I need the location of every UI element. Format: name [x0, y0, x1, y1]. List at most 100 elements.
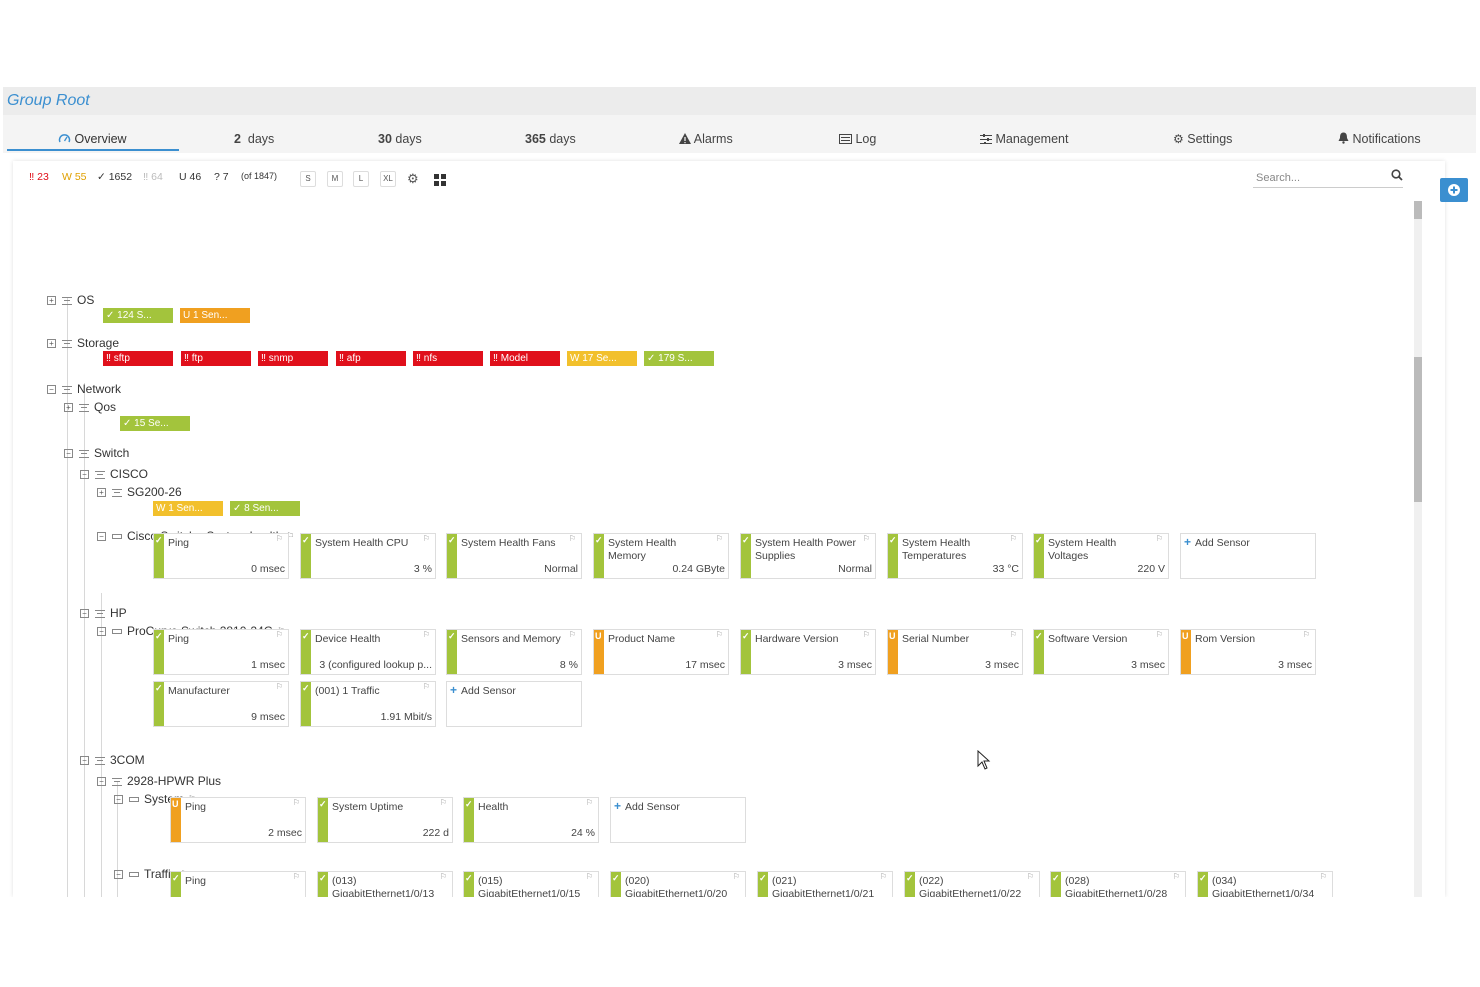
flag-icon[interactable]: ⚐: [586, 872, 593, 881]
tree-node-os[interactable]: + OS: [47, 293, 94, 307]
tab-365-days[interactable]: 365 days: [525, 132, 576, 146]
sensor-tile[interactable]: ✓ ⚐ System Health Power Supplies Normal: [740, 533, 876, 579]
sensor-tile[interactable]: U ⚐ Product Name 17 msec: [593, 629, 729, 675]
sensor-tile[interactable]: ✓⚐(028) GigabitEthernet1/0/280.40 Mbit/s: [1050, 871, 1186, 897]
status-pill[interactable]: ✓ 8 Sen...: [230, 501, 300, 516]
flag-icon[interactable]: ⚐: [1027, 872, 1034, 881]
tab-overview[interactable]: Overview: [58, 132, 127, 146]
collapse-icon[interactable]: −: [114, 795, 123, 805]
tree-node-qos[interactable]: + Qos: [64, 400, 116, 414]
sensor-tile[interactable]: U ⚐ Ping 2 msec: [170, 797, 306, 843]
tab-notifications[interactable]: Notifications: [1338, 132, 1421, 146]
flag-icon[interactable]: ⚐: [863, 534, 870, 543]
add-sensor-tile[interactable]: + Add Sensor: [610, 797, 746, 843]
collapse-icon[interactable]: −: [64, 449, 73, 459]
sensor-tile[interactable]: ✓⚐(020) GigabitEthernet1/0/200.08 Mbit/s: [610, 871, 746, 897]
flag-icon[interactable]: ⚐: [423, 534, 430, 543]
status-pill[interactable]: ‼ afp: [336, 351, 406, 366]
flag-icon[interactable]: ⚐: [1010, 630, 1017, 639]
status-unknown-count[interactable]: ? 7: [214, 171, 229, 183]
flag-icon[interactable]: ⚐: [440, 872, 447, 881]
search-icon[interactable]: [1391, 169, 1403, 181]
status-down-count[interactable]: ‼ 23: [29, 171, 49, 183]
sensor-tile[interactable]: ✓ ⚐ Sensors and Memory 8 %: [446, 629, 582, 675]
sensor-tile[interactable]: ✓ ⚐ (001) 1 Traffic 1.91 Mbit/s: [300, 681, 436, 727]
scrollbar-thumb-top[interactable]: [1414, 201, 1422, 219]
status-unusual-count[interactable]: U 46: [179, 171, 201, 183]
status-pill[interactable]: ‼ ftp: [181, 351, 251, 366]
collapse-icon[interactable]: −: [47, 385, 56, 395]
tree-node-storage[interactable]: + Storage: [47, 336, 119, 350]
tab-management[interactable]: Management: [980, 132, 1068, 146]
tree-node-cisco[interactable]: − CISCO: [80, 467, 148, 481]
flag-icon[interactable]: ⚐: [569, 534, 576, 543]
expand-icon[interactable]: +: [47, 296, 56, 306]
tree-node-hp[interactable]: − HP: [80, 606, 127, 620]
tree-node-network[interactable]: − Network: [47, 382, 121, 396]
flag-icon[interactable]: ⚐: [716, 534, 723, 543]
flag-icon[interactable]: ⚐: [276, 534, 283, 543]
status-pill[interactable]: ✓ 179 S...: [644, 351, 714, 366]
sensor-tile[interactable]: ✓ ⚐ Device Health 3 (configured lookup p...: [300, 629, 436, 675]
sensor-tile[interactable]: ✓ ⚐ System Health Temperatures 33 °C: [887, 533, 1023, 579]
sensor-tile[interactable]: U ⚐ Serial Number 3 msec: [887, 629, 1023, 675]
tree-node-switch[interactable]: − Switch: [64, 446, 129, 460]
collapse-icon[interactable]: −: [97, 532, 106, 542]
collapse-icon[interactable]: −: [80, 470, 89, 480]
sensor-tile[interactable]: ✓⚐(013) GigabitEthernet1/0/130 Mbit/s: [317, 871, 453, 897]
collapse-icon[interactable]: −: [97, 777, 106, 787]
tab-settings[interactable]: ⚙ Settings: [1173, 132, 1232, 146]
collapse-icon[interactable]: −: [114, 870, 123, 880]
grid-view-icon[interactable]: [434, 174, 446, 186]
flag-icon[interactable]: ⚐: [440, 798, 447, 807]
expand-icon[interactable]: +: [97, 488, 106, 498]
status-paused-count[interactable]: ‼ 64: [143, 171, 163, 183]
flag-icon[interactable]: ⚐: [586, 798, 593, 807]
collapse-icon[interactable]: −: [80, 609, 89, 619]
flag-icon[interactable]: ⚐: [423, 682, 430, 691]
tree-node-sg200[interactable]: + SG200-26: [97, 485, 182, 499]
flag-icon[interactable]: ⚐: [716, 630, 723, 639]
tree-node-2928-hpwr[interactable]: − 2928-HPWR Plus: [97, 774, 221, 788]
collapse-icon[interactable]: −: [97, 627, 106, 637]
flag-icon[interactable]: ⚐: [293, 798, 300, 807]
tree-node-3com[interactable]: − 3COM: [80, 753, 145, 767]
tab-log[interactable]: Log: [839, 132, 876, 146]
size-s-button[interactable]: S: [300, 171, 316, 187]
flag-icon[interactable]: ⚐: [1303, 630, 1310, 639]
status-pill[interactable]: ✓ 124 S...: [103, 308, 173, 323]
search-input[interactable]: Search...: [1253, 170, 1403, 188]
expand-icon[interactable]: +: [47, 339, 56, 349]
sensor-tile[interactable]: ✓ ⚐ System Health Memory 0.24 GByte: [593, 533, 729, 579]
status-pill[interactable]: ‼ snmp: [258, 351, 328, 366]
flag-icon[interactable]: ⚐: [1320, 872, 1327, 881]
add-sensor-tile[interactable]: + Add Sensor: [1180, 533, 1316, 579]
add-sensor-tile[interactable]: + Add Sensor: [446, 681, 582, 727]
sensor-tile[interactable]: ✓ ⚐ Software Version 3 msec: [1033, 629, 1169, 675]
scrollbar[interactable]: [1414, 201, 1422, 897]
status-warning-count[interactable]: W 55: [62, 171, 87, 183]
status-pill[interactable]: W 1 Sen...: [153, 501, 223, 516]
sensor-tile[interactable]: ✓ ⚐ Ping 1 msec: [153, 629, 289, 675]
flag-icon[interactable]: ⚐: [1173, 872, 1180, 881]
add-button[interactable]: [1440, 178, 1468, 202]
sensor-tile[interactable]: U ⚐ Rom Version 3 msec: [1180, 629, 1316, 675]
flag-icon[interactable]: ⚐: [423, 630, 430, 639]
expand-icon[interactable]: +: [64, 403, 73, 413]
sensor-tile[interactable]: ✓⚐(021) GigabitEthernet1/0/210.06 Mbit/s: [757, 871, 893, 897]
flag-icon[interactable]: ⚐: [293, 872, 300, 881]
flag-icon[interactable]: ⚐: [863, 630, 870, 639]
sensor-tile[interactable]: ✓⚐(034) GigabitEthernet1/0/340.06 Mbit/s: [1197, 871, 1333, 897]
flag-icon[interactable]: ⚐: [276, 682, 283, 691]
flag-icon[interactable]: ⚐: [733, 872, 740, 881]
tab-alarms[interactable]: Alarms: [679, 132, 733, 146]
sensor-tile[interactable]: ✓ ⚐ Health 24 %: [463, 797, 599, 843]
flag-icon[interactable]: ⚐: [569, 630, 576, 639]
flag-icon[interactable]: ⚐: [276, 630, 283, 639]
flag-icon[interactable]: ⚐: [1010, 534, 1017, 543]
status-pill[interactable]: ✓ 15 Se...: [120, 416, 190, 431]
flag-icon[interactable]: ⚐: [1156, 630, 1163, 639]
sensor-tile[interactable]: ✓⚐(015) GigabitEthernet1/0/15< 0.01 Mbit…: [463, 871, 599, 897]
size-xl-button[interactable]: XL: [380, 171, 396, 187]
status-up-count[interactable]: ✓ 1652: [97, 171, 132, 183]
